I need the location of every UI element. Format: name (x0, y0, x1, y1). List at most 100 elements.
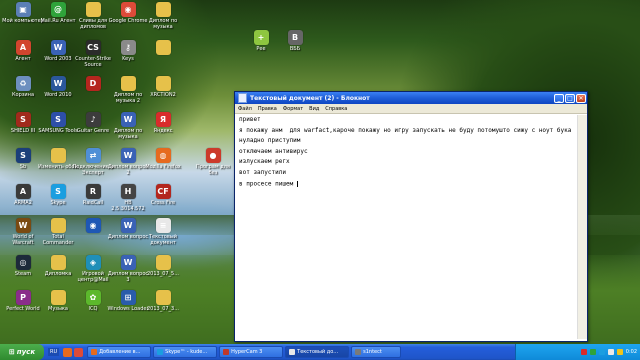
word-doc-icon: W (120, 218, 136, 233)
desktop-icon-label: Текстовый документ (148, 234, 177, 246)
text-line-current: в просесе пишем (239, 180, 575, 188)
dota-icon: D (85, 76, 101, 91)
windows-loader-icon: ⊞ (120, 290, 136, 305)
chrome-icon: ◉ (120, 2, 136, 17)
desktop-icon-label: ВББ (289, 46, 301, 52)
word-icon: W (50, 76, 66, 91)
desktop-icon-label: Cross Fire (150, 200, 176, 206)
folder-icon (155, 40, 171, 55)
text-editor[interactable]: привет я покажу анм для warfact,кароче п… (237, 115, 577, 339)
tray-app-icon[interactable] (580, 349, 587, 355)
menu-file[interactable]: Файл (238, 106, 252, 112)
agent-icon: A (15, 40, 31, 55)
text-line: нуладно приступим (239, 137, 301, 145)
taskbar-app-icon (157, 349, 164, 355)
game-icon: S (15, 112, 31, 127)
desktop-icon-label: Word 2010 (44, 92, 72, 98)
firefox-icon[interactable] (63, 347, 73, 357)
app-icon: ◉ (85, 218, 101, 233)
samsung-icon: S (50, 112, 66, 127)
menu-format[interactable]: Формат (283, 106, 303, 112)
chrome-icon[interactable] (74, 347, 84, 357)
language-indicator[interactable]: RU (48, 348, 60, 356)
notepad-titlebar[interactable]: Текстовый документ (2) - Блокнот _ □ ✕ (235, 92, 587, 104)
vertical-scrollbar[interactable] (577, 115, 587, 339)
desktop-icon[interactable]: 2013_07_5... (142, 255, 184, 277)
taskbar-button[interactable]: Skype™ - kude... (153, 346, 218, 358)
minimize-button[interactable]: _ (554, 93, 564, 103)
clock: 0:02 (625, 349, 637, 355)
skype-icon: S (50, 184, 66, 199)
maximize-button[interactable]: □ (565, 93, 575, 103)
windows-flag-icon: ⊞ (8, 348, 15, 356)
recycle-bin-icon: ♻ (15, 76, 31, 91)
network-icon: ⇄ (85, 148, 101, 163)
taskbar-app-icon (91, 349, 98, 355)
taskbar-button[interactable]: HyperCam 3 (219, 346, 284, 358)
word-doc-icon: W (120, 255, 136, 270)
folder-icon (155, 2, 171, 17)
taskbar-button[interactable]: Текстовый до... (285, 346, 350, 358)
desktop-icon[interactable]: ◍ Mozilla Firefox (142, 148, 184, 170)
add-icon: + (253, 30, 269, 45)
taskbar: ⊞ пуск RU Добавление в... Skype™ - kude..… (0, 344, 640, 360)
desktop-icon[interactable]: Я Яндекс (142, 112, 184, 134)
game-center-icon: ◈ (85, 255, 101, 270)
desktop-icon-label: Mozilla Firefox (145, 164, 181, 170)
arma-icon: A (15, 184, 31, 199)
taskbar-button-label: Добавление в... (99, 349, 141, 355)
text-line: в просесе пишем (239, 180, 294, 188)
taskbar-button[interactable]: s1ntect (351, 346, 402, 358)
desktop-icon[interactable]: B ВББ (274, 30, 316, 52)
menu-edit[interactable]: Правка (258, 106, 277, 112)
menu-view[interactable]: Вид (309, 106, 319, 112)
window-title: Текстовый документ (2) - Блокнот (250, 94, 370, 102)
program-icon: ● (205, 148, 221, 163)
icq-icon: ✿ (85, 290, 101, 305)
text-line: я покажу анм для warfact,кароче покажу н… (239, 126, 572, 134)
word-doc-icon: W (120, 148, 136, 163)
taskbar-button[interactable]: Добавление в... (87, 346, 152, 358)
close-button[interactable]: ✕ (576, 93, 586, 103)
perfect-world-icon: P (15, 290, 31, 305)
taskbar-button-label: Skype™ - kude... (165, 349, 208, 355)
folder-icon (50, 148, 66, 163)
quick-launch (63, 347, 84, 357)
desktop-icon[interactable]: ● Програм для без (192, 148, 234, 176)
folder-icon (155, 255, 171, 270)
tray-skype-icon[interactable] (598, 349, 605, 355)
folder-icon (85, 2, 101, 17)
desktop-icon[interactable] (142, 40, 184, 56)
folder-icon (155, 76, 171, 91)
desktop-icon[interactable]: ≡ Текстовый документ (142, 218, 184, 246)
desktop-icon-label: Total Commander (42, 234, 74, 246)
taskbar-app-icon (223, 349, 230, 355)
tray-network-icon[interactable] (616, 349, 623, 355)
menu-help[interactable]: Справка (325, 106, 347, 112)
desktop-icon[interactable]: Диплом по музыка (142, 2, 184, 30)
text-caret (296, 180, 298, 187)
word-doc-icon: W (120, 112, 136, 127)
desktop-icon[interactable]: XRCTION2 (142, 76, 184, 98)
start-label: пуск (16, 348, 36, 356)
text-line: привет (239, 116, 261, 123)
desktop-icon[interactable]: CF Cross Fire (142, 184, 184, 206)
crossfire-icon: CF (155, 184, 171, 199)
taskbar-app-icon (355, 349, 362, 355)
mail-agent-icon: @ (50, 2, 66, 17)
keys-icon: ⚷ (120, 40, 136, 55)
wow-icon: W (15, 218, 31, 233)
taskbar-app-icon (289, 349, 296, 355)
folder-icon (120, 76, 136, 91)
desktop-icon[interactable]: 2013_07_3... (142, 290, 184, 312)
wallpaper-tree-left (0, 0, 230, 210)
tray-volume-icon[interactable] (607, 349, 614, 355)
start-button[interactable]: ⊞ пуск (0, 344, 44, 360)
notepad-icon (238, 93, 247, 103)
tray-agent-icon[interactable] (589, 349, 596, 355)
menu-bar: Файл Правка Формат Вид Справка (235, 104, 587, 114)
firefox-icon: ◍ (155, 148, 171, 163)
notepad-window[interactable]: Текстовый документ (2) - Блокнот _ □ ✕ Ф… (234, 91, 588, 342)
word-icon: W (50, 40, 66, 55)
app-icon: H (120, 184, 136, 199)
